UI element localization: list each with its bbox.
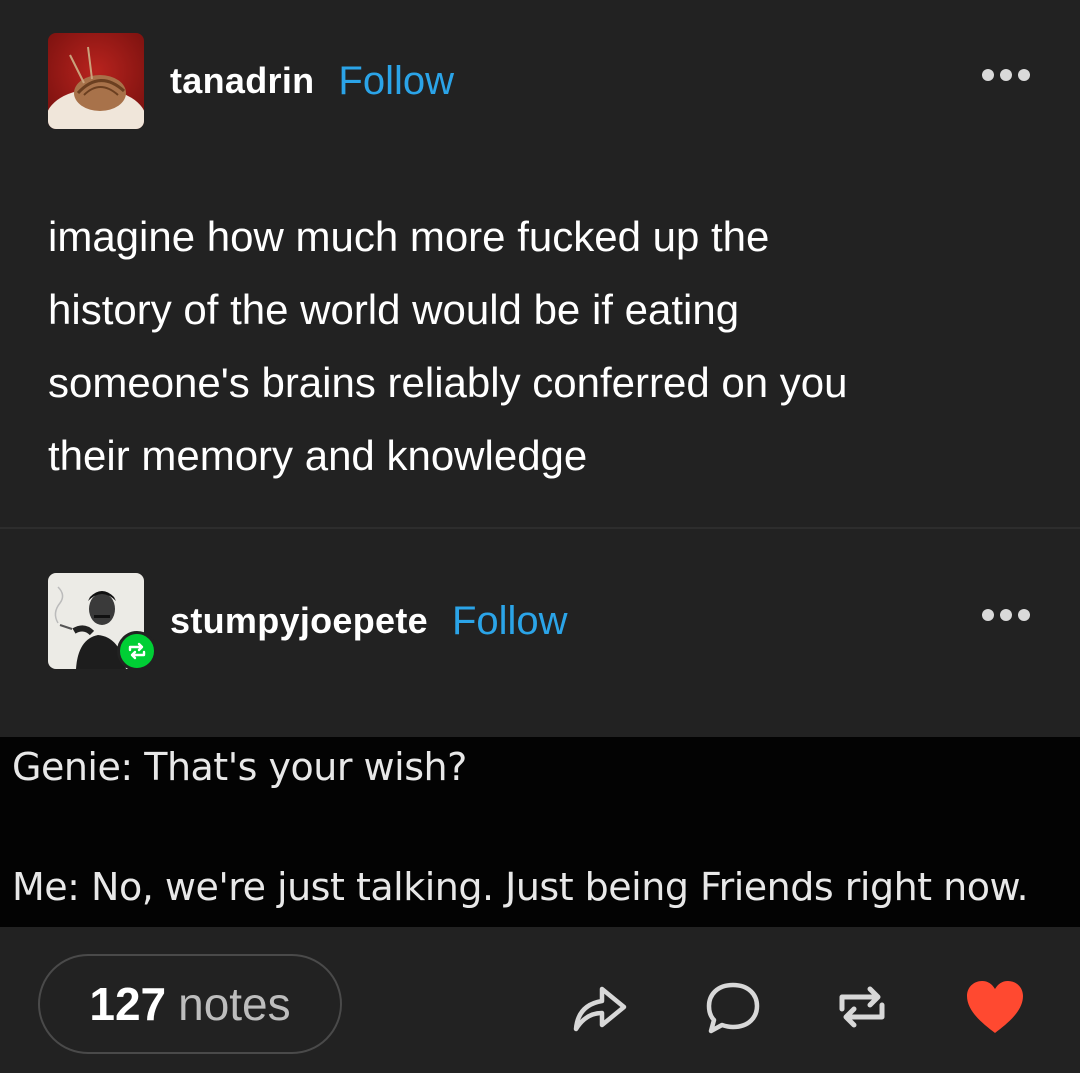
reply-icon[interactable] [703, 977, 763, 1037]
notes-count: 127 [89, 978, 167, 1030]
post-body-line: imagine how much more fucked up the [48, 213, 770, 260]
post-divider [0, 527, 1080, 529]
username[interactable]: tanadrin [170, 60, 314, 102]
tumblr-post: tanadrin Follow imagine how much more fu… [0, 0, 1080, 1073]
more-options-icon[interactable] [982, 69, 1030, 81]
post-header-tanadrin: tanadrin Follow [48, 33, 1038, 129]
avatar-tanadrin[interactable] [48, 33, 144, 129]
post-body-line: history of the world would be if eating [48, 286, 740, 333]
image-text-line: Me: No, we're just talking. Just being F… [12, 865, 1029, 909]
follow-button[interactable]: Follow [452, 599, 568, 644]
post-body-line: someone's brains reliably conferred on y… [48, 359, 848, 406]
image-text-line: Genie: That's your wish? [12, 745, 467, 789]
post-footer: 127 notes [0, 927, 1080, 1073]
reblog-icon[interactable] [832, 977, 892, 1037]
notes-button[interactable]: 127 notes [38, 954, 342, 1054]
more-options-icon[interactable] [982, 609, 1030, 621]
username[interactable]: stumpyjoepete [170, 600, 428, 642]
avatar-stumpyjoepete[interactable] [48, 573, 157, 671]
share-icon[interactable] [570, 977, 630, 1037]
post-header-stumpyjoepete: stumpyjoepete Follow [48, 573, 1038, 671]
post-body: imagine how much more fucked up the hist… [48, 200, 1038, 492]
follow-button[interactable]: Follow [338, 59, 454, 104]
post-image: Genie: That's your wish? Me: No, we're j… [0, 737, 1080, 927]
reblog-badge-icon [117, 631, 157, 671]
like-heart-icon[interactable] [964, 977, 1024, 1037]
post-body-line: their memory and knowledge [48, 432, 588, 479]
notes-label: notes [178, 978, 291, 1030]
